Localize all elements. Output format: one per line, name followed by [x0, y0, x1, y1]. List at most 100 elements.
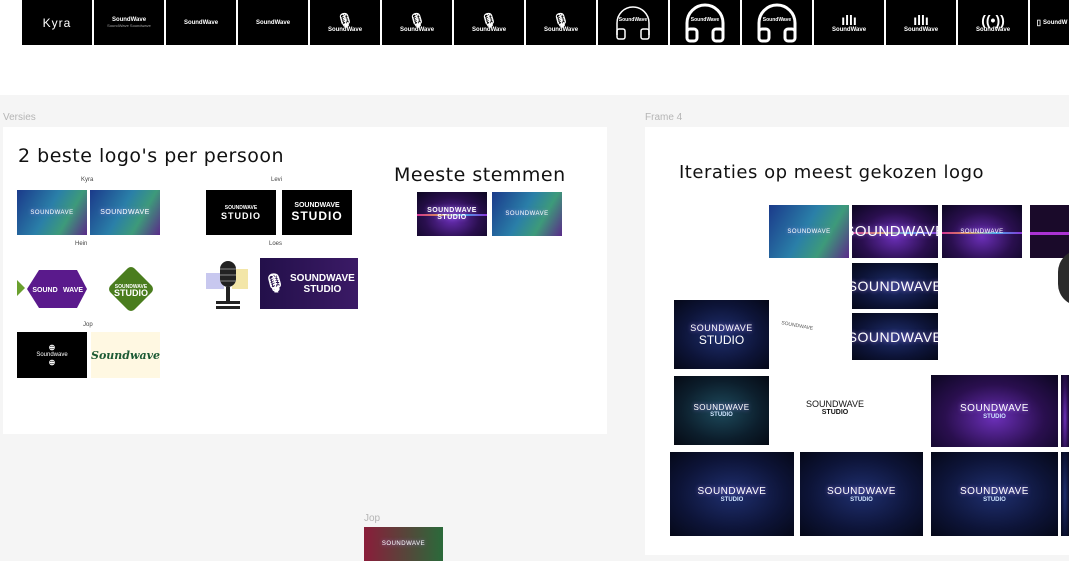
- logo-thumbnail[interactable]: SOUNDWAVE STUDIO: [931, 452, 1058, 536]
- logo-subtext: STUDIO: [114, 288, 148, 298]
- logo-text: SOUNDWAVE: [693, 403, 750, 412]
- logo-thumbnail[interactable]: SOUNDWAVE STUDIO: [674, 376, 769, 445]
- strip-tile[interactable]: SoundWave SoundWave Soundwave: [94, 0, 164, 45]
- logo-thumbnail[interactable]: SOUNDWAVE STUDIO: [795, 392, 875, 422]
- logo-text: SOUNDWAVE: [30, 209, 74, 216]
- person-label-loes: Loes: [269, 241, 283, 247]
- logo-text: SOUNDWAVE: [827, 485, 896, 497]
- strip-tile[interactable]: ıllı SoundWave: [814, 0, 884, 45]
- logo-text: SOUNDWAVE: [960, 402, 1029, 414]
- logo-subtext: STUDIO: [698, 332, 745, 347]
- logo-thumbnail[interactable]: [204, 257, 252, 315]
- logo-text: SOUNDWAVE: [780, 320, 814, 332]
- strip-tile[interactable]: SoundWave: [238, 0, 308, 45]
- tile-label: SoundWave: [831, 26, 867, 33]
- logo-text: SOUNDWAVE: [505, 211, 549, 217]
- logo-thumbnail[interactable]: SOUNDWAVE STUDIO: [931, 375, 1058, 447]
- broadcast-icon: ((•)): [981, 11, 1005, 28]
- tile-label: SoundWave: [903, 26, 939, 33]
- logo-text: SOUNDWAVE: [852, 223, 938, 240]
- logo-thumbnail[interactable]: [1061, 375, 1069, 447]
- logo-subtext: STUDIO: [983, 413, 1006, 420]
- mic-icon: ⊕: [48, 343, 56, 352]
- logo-thumbnail[interactable]: SOUNDWAVE STUDIO: [104, 262, 158, 316]
- tile-label: SoundWave: [183, 19, 219, 26]
- logo-thumbnail[interactable]: SOUNDWAVE STUDIO: [670, 452, 794, 536]
- logo-thumbnail[interactable]: SOUNDWAVE: [17, 190, 87, 235]
- logo-thumbnail[interactable]: SOUNDWAVE STUDIO: [800, 452, 923, 536]
- logo-thumbnail[interactable]: SOUNDWAVE STUDIO: [206, 190, 276, 235]
- tile-label: SoundWave: [691, 17, 720, 23]
- logo-thumbnail[interactable]: [1030, 205, 1069, 258]
- logo-text: SOUNDWAVE: [100, 209, 150, 216]
- versies-heading: 2 beste logo's per persoon: [18, 145, 285, 167]
- frame4-heading: Iteraties op meest gekozen logo: [679, 162, 985, 183]
- strip-tile[interactable]: SoundWave: [598, 0, 668, 45]
- logo-subtext: STUDIO: [291, 209, 343, 223]
- logo-text: WAVE: [63, 287, 83, 294]
- logo-thumbnail[interactable]: SOUND WAVE: [17, 268, 87, 310]
- strip-tile[interactable]: 🎙 SoundWave: [454, 0, 524, 45]
- tile-label: SoundWave: [975, 26, 1011, 33]
- logo-thumbnail[interactable]: SOUNDWAVE: [775, 317, 819, 335]
- mic-icon: 🎙: [263, 273, 287, 293]
- logo-thumbnail[interactable]: SOUNDWAVE: [769, 205, 849, 258]
- strip-tile[interactable]: SoundWave: [742, 0, 812, 45]
- diamond-logo: SOUNDWAVE STUDIO: [109, 267, 153, 311]
- logo-thumbnail[interactable]: 🎙 SOUNDWAVE STUDIO: [260, 258, 358, 309]
- logo-thumbnail[interactable]: SOUNDWAVE: [852, 205, 938, 258]
- strip-tile[interactable]: SoundWave: [166, 0, 236, 45]
- logo-text: SOUNDWAVE: [852, 328, 938, 345]
- logo-subtext: STUDIO: [710, 412, 733, 418]
- person-label-levi: Levi: [271, 177, 283, 183]
- logo-thumbnail[interactable]: Soundwave: [91, 332, 160, 378]
- logo-text: SOUNDWAVE: [787, 228, 831, 235]
- logo-thumbnail[interactable]: SOUNDWAVE STUDIO: [417, 192, 487, 236]
- logo-subtext: STUDIO: [220, 210, 261, 221]
- logo-thumbnail[interactable]: ⊕ Soundwave ⊕: [17, 332, 87, 378]
- logo-subtext: STUDIO: [983, 496, 1006, 503]
- logo-text: SOUNDWAVE: [697, 485, 767, 497]
- mic-icon: 🎙: [552, 11, 570, 28]
- frame-label-versies[interactable]: Versies: [3, 112, 36, 123]
- microphone-icon: [206, 261, 248, 309]
- mic-icon: 🎙: [336, 11, 354, 28]
- tile-label: SoundW: [1043, 19, 1068, 26]
- logo-strip: Kyra SoundWave SoundWave Soundwave Sound…: [22, 0, 1069, 45]
- person-label-hein: Hein: [75, 241, 88, 247]
- logo-thumbnail[interactable]: SOUNDWAVE STUDIO: [674, 300, 769, 369]
- logo-thumbnail[interactable]: SOUNDWAVE: [852, 263, 938, 309]
- mic-icon: ⊕: [48, 358, 56, 367]
- strip-tile[interactable]: ıllı SoundWave: [886, 0, 956, 45]
- logo-subtext: STUDIO: [821, 408, 849, 416]
- logo-subtext: STUDIO: [720, 496, 744, 503]
- frame-label-jop[interactable]: Jop: [364, 513, 380, 524]
- tile-label: SoundWave: [763, 17, 792, 23]
- strip-tile[interactable]: 🎙 SoundWave: [310, 0, 380, 45]
- logo-thumbnail[interactable]: SOUNDWAVE: [942, 205, 1022, 258]
- strip-tile[interactable]: ▯ SoundW: [1030, 0, 1069, 45]
- logo-text: SOUNDWAVE STUDIO: [427, 207, 477, 221]
- speaker-icon: ▯: [1036, 18, 1042, 27]
- frame-versies[interactable]: 2 beste logo's per persoon Meeste stemme…: [3, 127, 607, 434]
- logo-thumbnail[interactable]: SOUNDWAVE: [90, 190, 160, 235]
- logo-thumbnail[interactable]: SOUNDWAVE: [492, 192, 562, 236]
- frame-4[interactable]: Iteraties op meest gekozen logo SOUNDWAV…: [645, 127, 1069, 555]
- strip-tile[interactable]: 🎙 SoundWave: [526, 0, 596, 45]
- waveform-icon: ıllı: [841, 11, 857, 28]
- strip-tile-kyra[interactable]: Kyra: [22, 0, 92, 45]
- tile-label: SoundWave: [471, 26, 507, 33]
- logo-subtext: STUDIO: [303, 283, 342, 295]
- mic-icon: 🎙: [408, 11, 426, 28]
- frame-label-frame4[interactable]: Frame 4: [645, 112, 682, 123]
- frame-jop-thumbnail[interactable]: SOUNDWAVE: [364, 527, 443, 561]
- logo-subtext: STUDIO: [850, 496, 873, 503]
- strip-tile[interactable]: 🎙 SoundWave: [382, 0, 452, 45]
- logo-thumbnail[interactable]: SOUNDWAVE: [852, 313, 938, 360]
- logo-thumbnail[interactable]: [1061, 452, 1069, 536]
- strip-tile[interactable]: ((•)) SoundWave: [958, 0, 1028, 45]
- strip-tile[interactable]: SoundWave: [670, 0, 740, 45]
- logo-text: SOUNDWAVE: [805, 398, 864, 409]
- logo-thumbnail[interactable]: SOUNDWAVE STUDIO: [282, 190, 352, 235]
- tile-label: SoundWave: [255, 19, 291, 26]
